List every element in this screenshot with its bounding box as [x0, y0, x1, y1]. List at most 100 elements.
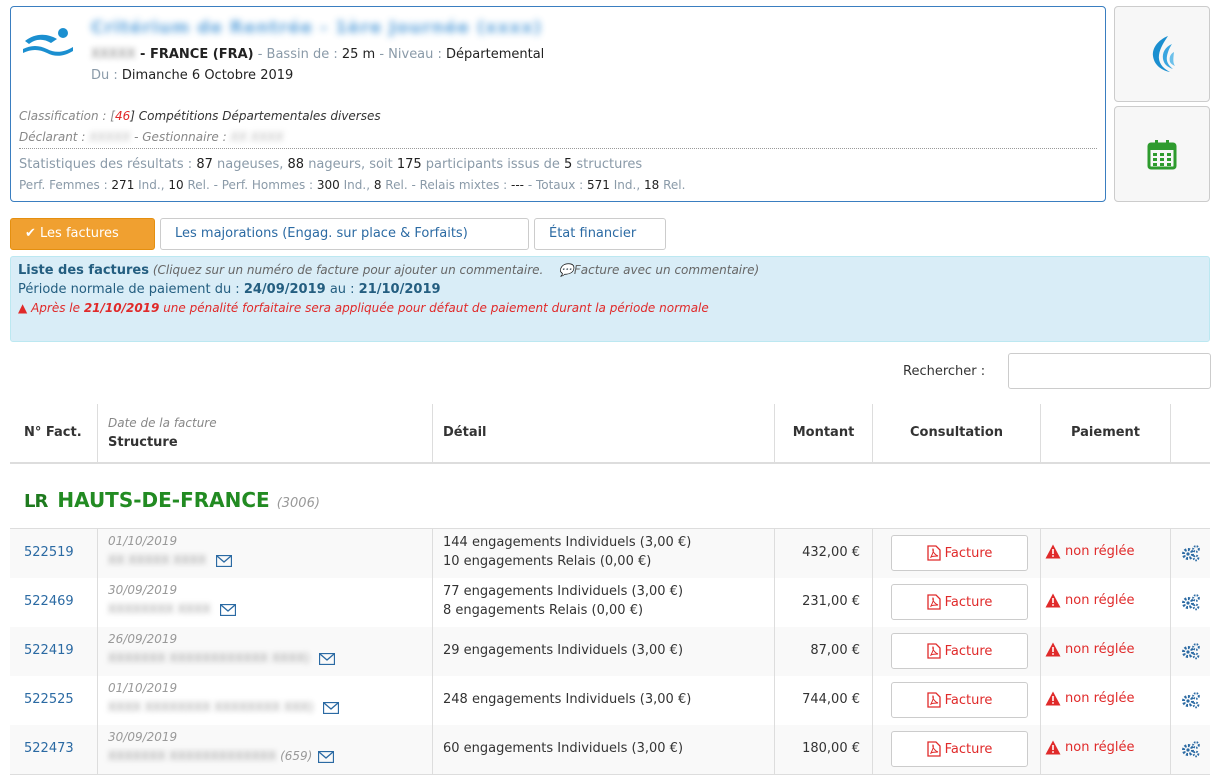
pdf-icon	[926, 643, 941, 659]
warning-pre: Après le	[31, 301, 84, 315]
header-amount[interactable]: Montant	[775, 404, 873, 462]
search-label: Rechercher :	[903, 364, 986, 379]
gears-icon[interactable]	[1181, 740, 1201, 758]
header-detail-label: Détail	[443, 425, 487, 440]
structure-name: XX XXXXX XXXX	[108, 553, 232, 567]
detail-relay: 8 engagements Relais (0,00 €)	[443, 603, 644, 618]
warning-icon	[1045, 740, 1061, 755]
gears-icon[interactable]	[1181, 691, 1201, 709]
payment-status: non réglée	[1045, 593, 1134, 608]
info-title: Liste des factures	[18, 263, 149, 278]
invoice-date: 30/09/2019	[108, 583, 178, 597]
stat-label: - Totaux :	[524, 178, 588, 192]
table-row: 522525 01/10/2019 XXXX XXXXXXXX XXXXXXXX X…	[10, 676, 1210, 726]
invoice-amount: 231,00 €	[802, 594, 860, 609]
warning-icon	[1045, 691, 1061, 706]
structure-name-blurred: XXXXXXX XXXXXXXXXXXXX	[108, 749, 277, 763]
cell-amount: 432,00 €	[775, 529, 873, 578]
stat-label: Ind.,	[339, 178, 374, 192]
stat-value: ---	[511, 178, 524, 192]
payment-period-line: Période normale de paiement du : 24/09/2…	[18, 282, 1202, 297]
structure-name-blurred: XXXXXXXX XXXX	[108, 602, 211, 616]
warning-icon	[1045, 593, 1061, 608]
region-title: LR HAUTS-DE-FRANCE (3006)	[24, 488, 320, 512]
stat-label: Ind.,	[609, 178, 644, 192]
mail-icon[interactable]	[323, 701, 340, 714]
facture-label: Facture	[944, 594, 993, 610]
cell-date-structure: 01/10/2019 XX XXXXX XXXX	[98, 529, 433, 578]
stat-label: participants issus de	[421, 157, 564, 172]
header-consultation[interactable]: Consultation	[873, 404, 1041, 462]
cell-detail: 60 engagements Individuels (3,00 €)	[433, 725, 775, 774]
pool-value: 25 m	[341, 47, 376, 62]
tab-financial-status[interactable]: État financier	[534, 218, 666, 250]
cell-actions	[1171, 725, 1210, 774]
gears-icon[interactable]	[1181, 642, 1201, 660]
mail-icon[interactable]	[319, 652, 336, 665]
header-date-structure[interactable]: Date de la facture Structure	[98, 404, 433, 462]
calendar-icon	[1147, 140, 1177, 170]
date-value: Dimanche 6 Octobre 2019	[121, 68, 294, 83]
structure-name-blurred: XX XXXXX XXXX	[108, 553, 207, 567]
ffn-logo-button[interactable]	[1114, 6, 1210, 102]
gears-icon[interactable]	[1181, 544, 1201, 562]
facture-pdf-button[interactable]: Facture	[891, 633, 1028, 669]
cell-detail: 29 engagements Individuels (3,00 €)	[433, 627, 775, 676]
meet-info-card: Critérium de Rentrée - 1ère Journée (xxx…	[10, 6, 1106, 202]
meet-title: Critérium de Rentrée - 1ère Journée (xxx…	[91, 18, 543, 38]
stats-participants: Statistiques des résultats : 87 nageuses…	[19, 157, 642, 172]
info-title-line: Liste des factures (Cliquez sur un numér…	[18, 263, 1202, 278]
header-detail[interactable]: Détail	[433, 404, 775, 462]
header-structure-label: Structure	[108, 435, 178, 450]
gears-icon[interactable]	[1181, 593, 1201, 611]
detail-individual: 60 engagements Individuels (3,00 €)	[443, 741, 684, 756]
stat-value: 10	[168, 178, 184, 192]
tab-invoices[interactable]: ✔ Les factures	[10, 218, 155, 250]
tab-surcharges[interactable]: Les majorations (Engag. sur place & Forf…	[160, 218, 529, 250]
warning-icon	[1045, 544, 1061, 559]
stat-label: Rel. - Relais mixtes :	[381, 178, 511, 192]
invoice-number-link[interactable]: 522519	[24, 545, 74, 560]
header-payment[interactable]: Paiement	[1041, 404, 1171, 462]
mail-icon[interactable]	[220, 603, 237, 616]
table-row: 522473 30/09/2019 XXXXXXX XXXXXXXXXXXXX (6…	[10, 725, 1210, 775]
payment-status: non réglée	[1045, 740, 1134, 755]
header-number-label: N° Fact.	[24, 425, 82, 440]
invoice-number-link[interactable]: 522419	[24, 643, 74, 658]
cell-payment: non réglée	[1041, 578, 1171, 627]
cell-consultation: Facture	[873, 627, 1041, 676]
detail-individual: 144 engagements Individuels (3,00 €)	[443, 535, 692, 550]
cell-date-structure: 30/09/2019 XXXXXXX XXXXXXXXXXXXX (659)	[98, 725, 433, 774]
header-date-label: Date de la facture	[108, 416, 217, 430]
header-amount-label: Montant	[792, 425, 855, 440]
calendar-button[interactable]	[1114, 106, 1210, 202]
header-number[interactable]: N° Fact.	[10, 404, 98, 462]
stats-performances: Perf. Femmes : 271 Ind., 10 Rel. - Perf.…	[19, 178, 685, 192]
mail-icon[interactable]	[215, 554, 232, 567]
cell-date-structure: 01/10/2019 XXXX XXXXXXXX XXXXXXXX XXX)	[98, 676, 433, 725]
invoice-number-link[interactable]: 522525	[24, 692, 74, 707]
facture-pdf-button[interactable]: Facture	[891, 584, 1028, 620]
facture-pdf-button[interactable]: Facture	[891, 535, 1028, 571]
structure-name-blurred: XXXXXXX XXXXXXXXXXXX XXXX)	[108, 651, 310, 665]
invoice-number-link[interactable]: 522469	[24, 594, 74, 609]
stat-male-swimmers: 88	[287, 157, 305, 172]
table-row: 522469 30/09/2019 XXXXXXXX XXXX 77 engagem…	[10, 578, 1210, 628]
facture-pdf-button[interactable]: Facture	[891, 682, 1028, 718]
detail-individual: 29 engagements Individuels (3,00 €)	[443, 643, 684, 658]
search-input[interactable]	[1008, 353, 1211, 389]
cell-detail: 77 engagements Individuels (3,00 €) 8 eng…	[433, 578, 775, 627]
stat-label: Rel. - Perf. Hommes :	[183, 178, 317, 192]
detail-relay: 10 engagements Relais (0,00 €)	[443, 554, 652, 569]
invoice-number-link[interactable]: 522473	[24, 741, 74, 756]
mail-icon[interactable]	[318, 750, 335, 763]
stat-label: structures	[572, 157, 643, 172]
facture-label: Facture	[944, 643, 993, 659]
facture-pdf-button[interactable]: Facture	[891, 731, 1028, 767]
table-header: N° Fact. Date de la facture Structure Dé…	[10, 404, 1210, 464]
meet-location-line: XXXXX - FRANCE (FRA) - Bassin de : 25 m …	[91, 47, 544, 62]
payment-status: non réglée	[1045, 544, 1134, 559]
info-hint: (Cliquez sur un numéro de facture pour a…	[149, 263, 544, 277]
cell-consultation: Facture	[873, 578, 1041, 627]
payment-status: non réglée	[1045, 642, 1134, 657]
